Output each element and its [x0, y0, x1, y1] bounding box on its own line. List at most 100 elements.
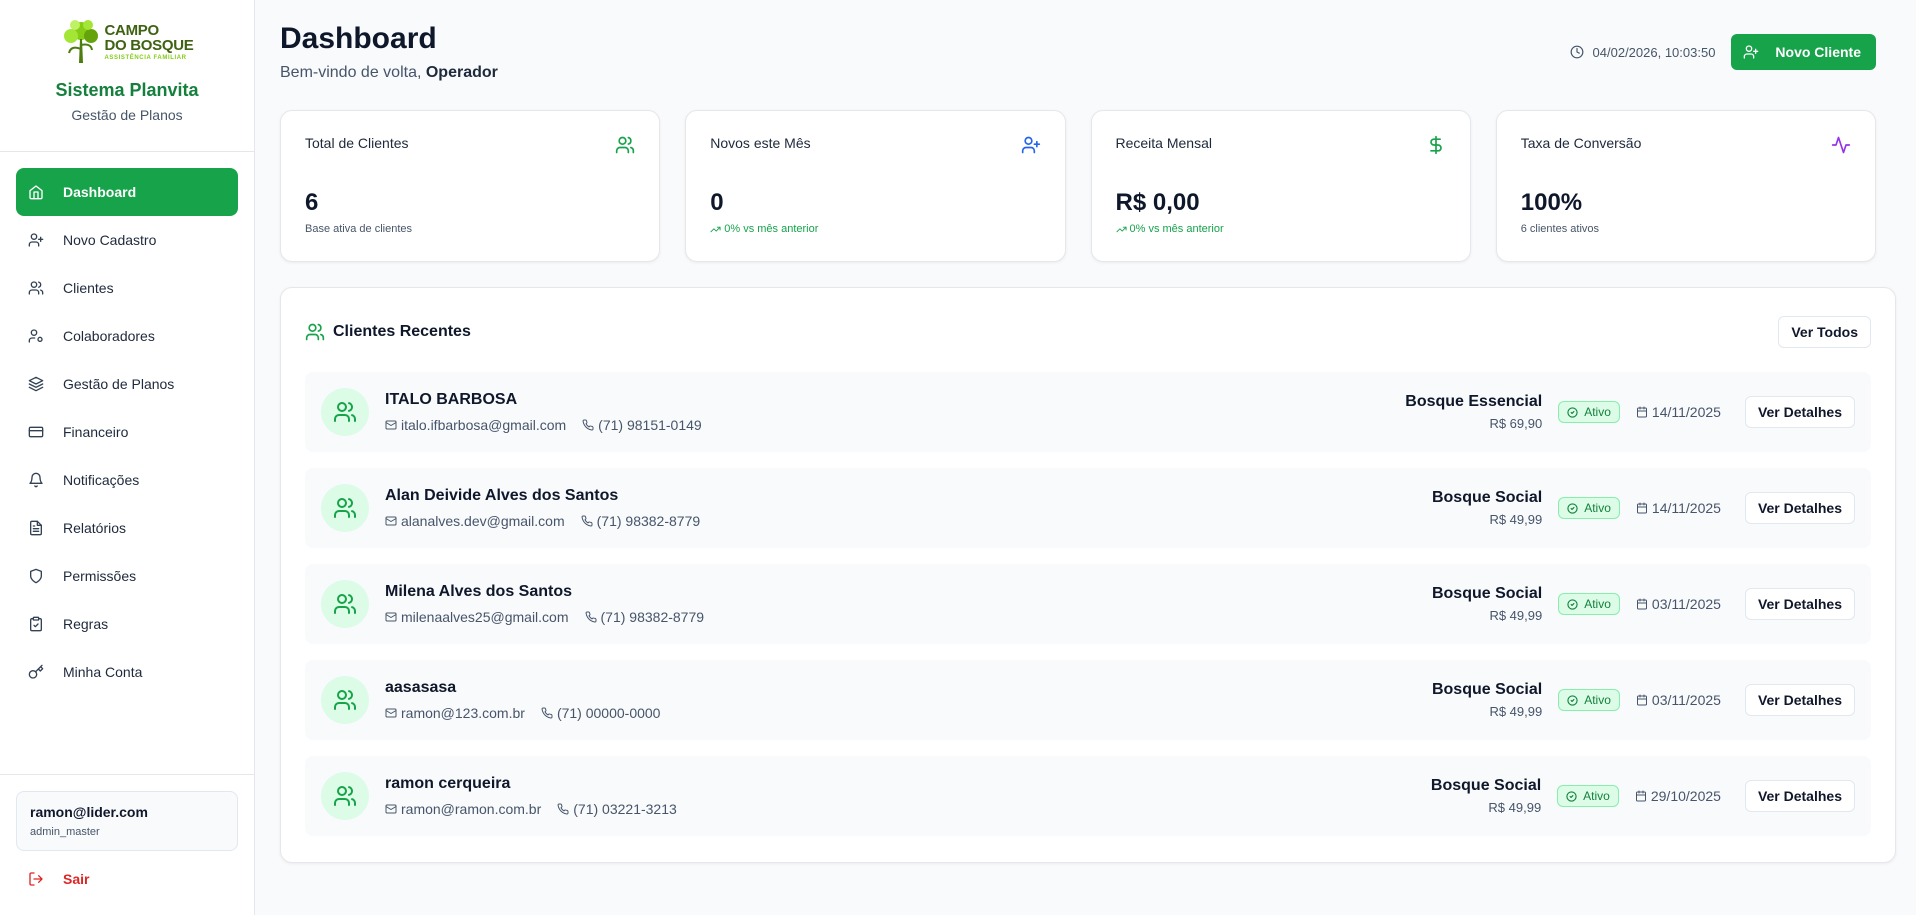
calendar-icon: [1636, 406, 1647, 418]
sidebar-item-gestao-de-planos[interactable]: Gestão de Planos: [16, 360, 238, 408]
stat-label: Total de Clientes: [305, 135, 409, 151]
client-phone: (71) 00000-0000: [556, 705, 661, 721]
user-email: ramon@lider.com: [30, 804, 148, 820]
client-list: ITALO BARBOSA italo.ifbarbosa@gmail.com …: [305, 372, 1871, 836]
shield-icon: [30, 568, 42, 584]
sidebar-item-novo-cadastro[interactable]: Novo Cadastro: [16, 216, 238, 264]
clipboard-check-icon: [30, 616, 42, 632]
sidebar-item-financeiro[interactable]: Financeiro: [16, 408, 238, 456]
stat-trend: 0% vs mês anterior: [710, 223, 818, 235]
client-phone: (71) 03221-3213: [573, 801, 677, 817]
calendar-icon: [1635, 790, 1646, 802]
phone-icon: [585, 611, 597, 623]
system-subtitle: Gestão de Planos: [71, 107, 183, 123]
sidebar-item-label: Colaboradores: [63, 328, 155, 344]
recent-clients-card: Clientes Recentes Ver Todos ITALO BARBOS…: [280, 287, 1896, 863]
user-plus-icon: [1744, 45, 1759, 59]
stat-label: Taxa de Conversão: [1520, 135, 1642, 151]
plan-price: R$ 49,99: [1489, 704, 1543, 719]
phone-icon: [581, 515, 593, 527]
user-cog-icon: [28, 329, 43, 343]
recent-clients-section: Clientes Recentes Ver Todos ITALO BARBOS…: [280, 287, 1896, 863]
plan-price: R$ 49,99: [1489, 608, 1543, 623]
system-title: Sistema Planvita: [55, 80, 199, 100]
view-details-button[interactable]: Ver Detalhes: [1744, 684, 1855, 716]
client-plan: Bosque Essencial R$ 69,90: [1405, 393, 1542, 431]
user-role: admin_master: [30, 826, 100, 838]
welcome-prefix: Bem-vindo de volta,: [280, 64, 422, 81]
sidebar-item-label: Regras: [63, 616, 109, 632]
users-icon: [616, 136, 635, 154]
users-icon: [334, 402, 356, 422]
trending-up-icon: [710, 226, 721, 232]
view-details-button[interactable]: Ver Detalhes: [1744, 780, 1855, 812]
sidebar-item-label: Minha Conta: [63, 664, 143, 680]
logo-subtitle: ASSISTÊNCIA FAMILIAR: [104, 55, 187, 61]
users-icon: [334, 498, 356, 518]
sidebar-item-notificacoes[interactable]: Notificações: [16, 456, 238, 504]
sidebar-item-label: Dashboard: [63, 184, 137, 200]
view-details-button[interactable]: Ver Detalhes: [1744, 588, 1855, 620]
mail-icon: [385, 708, 397, 718]
client-contact: ramon@ramon.com.br (71) 03221-3213: [385, 801, 1431, 817]
stats-row: Total de Clientes 6 Base ativa de client…: [280, 110, 1896, 262]
key-icon: [28, 664, 44, 679]
sidebar-item-permissoes[interactable]: Permissões: [16, 552, 238, 600]
client-info: ITALO BARBOSA italo.ifbarbosa@gmail.com …: [385, 391, 1405, 433]
sidebar-item-minha-conta[interactable]: Minha Conta: [16, 648, 238, 696]
current-datetime: 04/02/2026, 10:03:50: [1570, 44, 1716, 60]
stat-label: Novos este Mês: [710, 135, 811, 151]
sidebar-item-dashboard[interactable]: Dashboard: [16, 168, 238, 216]
calendar-icon: [1636, 694, 1647, 706]
logout-button[interactable]: Sair: [16, 871, 238, 887]
recent-clients-title: Clientes Recentes: [305, 322, 471, 342]
bell-icon: [29, 472, 43, 488]
sidebar-item-clientes[interactable]: Clientes: [16, 264, 238, 312]
client-name: Alan Deivide Alves dos Santos: [385, 487, 619, 504]
check-circle-icon: [1567, 406, 1578, 418]
status-badge: Ativo: [1558, 593, 1620, 615]
users-icon: [305, 323, 325, 341]
client-phone: (71) 98151-0149: [598, 417, 702, 433]
check-circle-icon: [1567, 694, 1578, 706]
clock-icon: [1570, 45, 1583, 59]
client-email: alanalves.dev@gmail.com: [401, 513, 565, 529]
sidebar-item-relatorios[interactable]: Relatórios: [16, 504, 238, 552]
sidebar-item-label: Gestão de Planos: [63, 376, 175, 392]
user-plus-icon: [1021, 136, 1040, 154]
client-row: ITALO BARBOSA italo.ifbarbosa@gmail.com …: [305, 372, 1871, 452]
calendar-icon: [1636, 598, 1647, 610]
client-info: aasasasa ramon@123.com.br (71) 00000-000…: [385, 679, 1432, 721]
logout-label: Sair: [63, 871, 90, 887]
stat-trend: 0% vs mês anterior: [1115, 223, 1224, 235]
user-plus-icon: [28, 233, 44, 247]
client-date: 29/10/2025: [1635, 788, 1721, 804]
plan-name: Bosque Social: [1431, 585, 1543, 602]
users-icon: [334, 690, 356, 710]
sidebar: CAMPO DO BOSQUE ASSISTÊNCIA FAMILIAR Sis…: [0, 0, 255, 915]
client-avatar: [321, 676, 369, 724]
new-client-button[interactable]: Novo Cliente: [1731, 34, 1876, 70]
users-icon: [28, 281, 44, 295]
datetime-text: 04/02/2026, 10:03:50: [1592, 44, 1716, 60]
client-contact: milenaalves25@gmail.com (71) 98382-8779: [385, 609, 1432, 625]
client-date: 03/11/2025: [1636, 692, 1721, 708]
view-all-button[interactable]: Ver Todos: [1778, 316, 1871, 348]
trending-up-icon: [1115, 226, 1127, 232]
page-title: Dashboard: [280, 22, 437, 55]
mail-icon: [385, 804, 397, 814]
check-circle-icon: [1567, 502, 1578, 514]
plan-price: R$ 69,90: [1489, 416, 1543, 431]
phone-icon: [582, 419, 594, 431]
client-info: Milena Alves dos Santos milenaalves25@gm…: [385, 583, 1432, 625]
client-email: italo.ifbarbosa@gmail.com: [401, 417, 567, 433]
page-header: Dashboard Bem-vindo de volta, Operador 0…: [280, 0, 1896, 110]
status-label: Ativo: [1584, 597, 1611, 611]
sidebar-item-colaboradores[interactable]: Colaboradores: [16, 312, 238, 360]
view-details-button[interactable]: Ver Detalhes: [1744, 396, 1855, 428]
client-contact: alanalves.dev@gmail.com (71) 98382-8779: [385, 513, 1432, 529]
user-card[interactable]: ramon@lider.com admin_master: [16, 791, 238, 851]
view-details-button[interactable]: Ver Detalhes: [1744, 492, 1855, 524]
client-date-text: 14/11/2025: [1651, 404, 1721, 420]
sidebar-item-regras[interactable]: Regras: [16, 600, 238, 648]
